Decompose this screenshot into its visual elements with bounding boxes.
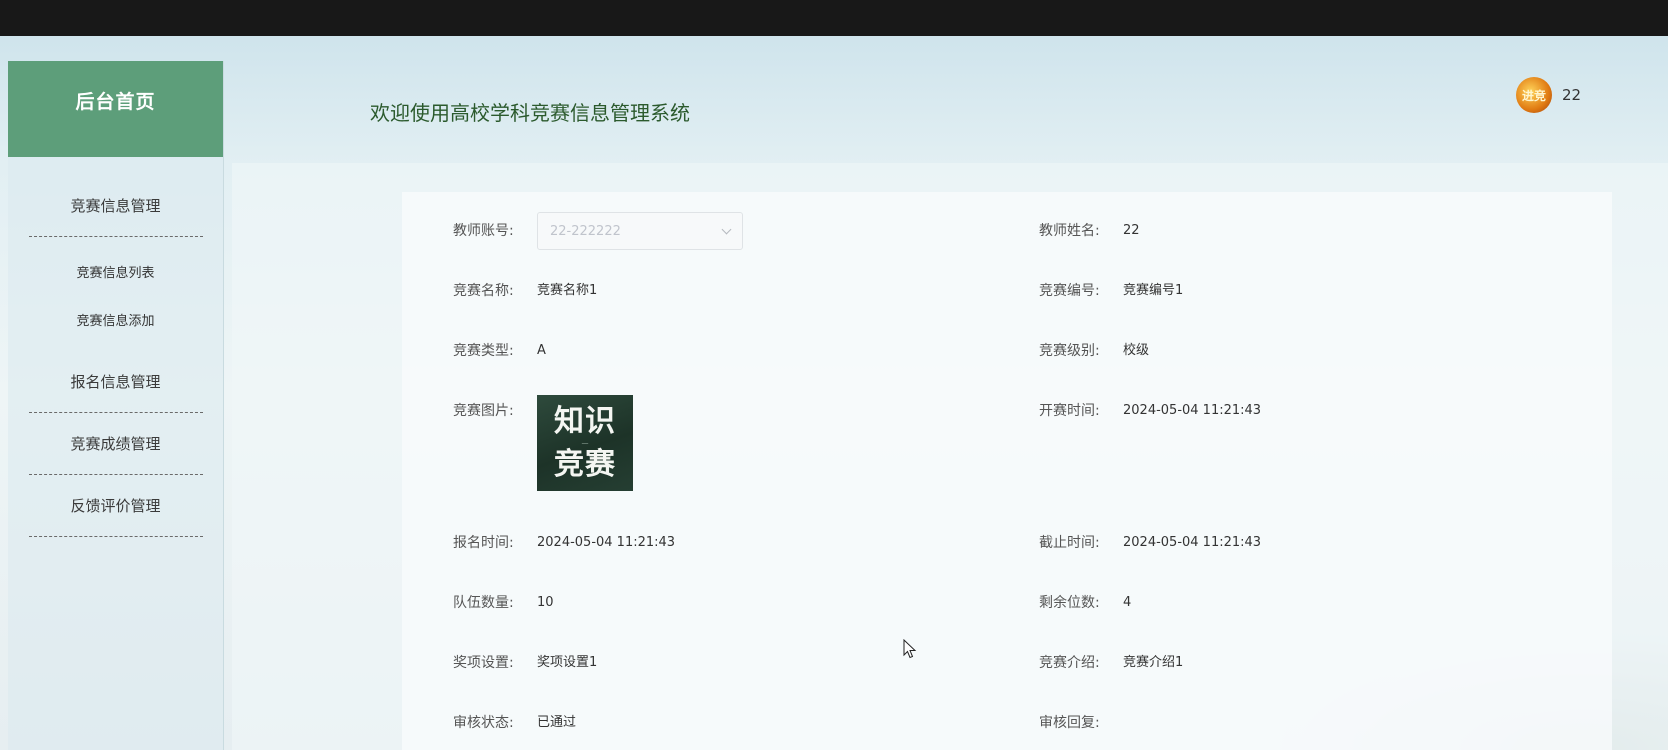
sidebar: 后台首页 竞赛信息管理 竞赛信息列表 竞赛信息添加 报名信息管理 竞赛成绩管理 … bbox=[8, 61, 224, 750]
top-header: 欢迎使用高校学科竞赛信息管理系统 进竞 22 bbox=[224, 61, 1668, 161]
avatar-text: 进竞 bbox=[1521, 88, 1546, 103]
mouse-cursor-icon bbox=[903, 639, 917, 659]
menu-feedback-management[interactable]: 反馈评价管理 bbox=[28, 475, 203, 537]
competition-image-line2: 竞赛 bbox=[554, 446, 616, 482]
browser-top-bar bbox=[0, 0, 1668, 36]
field-review-status: 审核状态: 已通过 bbox=[453, 713, 576, 733]
submenu-competition-info-add[interactable]: 竞赛信息添加 bbox=[29, 295, 203, 343]
field-review-reply: 审核回复: bbox=[1039, 713, 1123, 733]
avatar-icon[interactable]: 进竞 bbox=[1516, 77, 1552, 113]
menu-group-signup: 报名信息管理 bbox=[28, 351, 203, 413]
field-teacher-account: 教师账号: 22-222222 bbox=[453, 212, 743, 250]
label-competition-intro: 竞赛介绍: bbox=[1039, 655, 1100, 671]
label-start-time: 开赛时间: bbox=[1039, 403, 1100, 419]
field-competition-intro: 竞赛介绍: 竞赛介绍1 bbox=[1039, 653, 1183, 673]
label-teacher-name: 教师姓名: bbox=[1039, 223, 1100, 239]
label-competition-name: 竞赛名称: bbox=[453, 283, 514, 299]
sidebar-menu: 竞赛信息管理 竞赛信息列表 竞赛信息添加 报名信息管理 竞赛成绩管理 反馈评价管… bbox=[8, 157, 223, 537]
page-title: 欢迎使用高校学科竞赛信息管理系统 bbox=[370, 101, 690, 125]
menu-competition-score-management[interactable]: 竞赛成绩管理 bbox=[28, 413, 203, 475]
value-award-settings: 奖项设置1 bbox=[537, 655, 598, 670]
value-competition-level: 校级 bbox=[1123, 343, 1150, 358]
value-teacher-name: 22 bbox=[1123, 223, 1140, 238]
submenu-competition-info-list[interactable]: 竞赛信息列表 bbox=[29, 247, 203, 295]
teacher-account-select-value: 22-222222 bbox=[550, 223, 621, 239]
field-award-settings: 奖项设置: 奖项设置1 bbox=[453, 653, 597, 673]
field-teacher-name: 教师姓名: 22 bbox=[1039, 221, 1140, 241]
value-competition-intro: 竞赛介绍1 bbox=[1123, 655, 1184, 670]
field-start-time: 开赛时间: 2024-05-04 11:21:43 bbox=[1039, 401, 1261, 421]
user-info[interactable]: 进竞 22 bbox=[1516, 77, 1581, 113]
field-competition-level: 竞赛级别: 校级 bbox=[1039, 341, 1149, 361]
field-competition-number: 竞赛编号: 竞赛编号1 bbox=[1039, 281, 1183, 301]
field-remaining-slots: 剩余位数: 4 bbox=[1039, 593, 1131, 613]
sidebar-home-title[interactable]: 后台首页 bbox=[75, 87, 155, 114]
menu-group-feedback: 反馈评价管理 bbox=[28, 475, 203, 537]
value-competition-name: 竞赛名称1 bbox=[537, 283, 598, 298]
field-deadline: 截止时间: 2024-05-04 11:21:43 bbox=[1039, 533, 1261, 553]
label-signup-time: 报名时间: bbox=[453, 535, 514, 551]
value-remaining-slots: 4 bbox=[1123, 595, 1132, 610]
label-review-reply: 审核回复: bbox=[1039, 715, 1100, 731]
sidebar-home-header[interactable]: 后台首页 bbox=[8, 61, 223, 157]
menu-competition-info-management[interactable]: 竞赛信息管理 bbox=[28, 175, 203, 237]
label-competition-type: 竞赛类型: bbox=[453, 343, 514, 359]
competition-image[interactable]: 知识 — 竞赛 bbox=[537, 395, 633, 491]
field-competition-name: 竞赛名称: 竞赛名称1 bbox=[453, 281, 597, 301]
value-competition-type: A bbox=[537, 343, 546, 358]
value-start-time: 2024-05-04 11:21:43 bbox=[1123, 403, 1262, 418]
label-team-count: 队伍数量: bbox=[453, 595, 514, 611]
value-team-count: 10 bbox=[537, 595, 554, 610]
value-competition-number: 竞赛编号1 bbox=[1123, 283, 1184, 298]
label-deadline: 截止时间: bbox=[1039, 535, 1100, 551]
chevron-down-icon bbox=[721, 224, 732, 235]
label-competition-image: 竞赛图片: bbox=[453, 403, 514, 419]
value-deadline: 2024-05-04 11:21:43 bbox=[1123, 535, 1262, 550]
field-competition-image: 竞赛图片: 知识 — 竞赛 bbox=[453, 395, 633, 491]
label-award-settings: 奖项设置: bbox=[453, 655, 514, 671]
value-review-status: 已通过 bbox=[537, 715, 577, 730]
menu-group-competition-info: 竞赛信息管理 竞赛信息列表 竞赛信息添加 bbox=[28, 175, 203, 351]
label-competition-number: 竞赛编号: bbox=[1039, 283, 1100, 299]
field-signup-time: 报名时间: 2024-05-04 11:21:43 bbox=[453, 533, 675, 553]
value-signup-time: 2024-05-04 11:21:43 bbox=[537, 535, 676, 550]
field-team-count: 队伍数量: 10 bbox=[453, 593, 554, 613]
label-teacher-account: 教师账号: bbox=[453, 223, 514, 239]
label-review-status: 审核状态: bbox=[453, 715, 514, 731]
label-remaining-slots: 剩余位数: bbox=[1039, 595, 1100, 611]
username[interactable]: 22 bbox=[1562, 86, 1581, 104]
submenu-competition-info: 竞赛信息列表 竞赛信息添加 bbox=[29, 237, 203, 351]
field-competition-type: 竞赛类型: A bbox=[453, 341, 546, 361]
label-competition-level: 竞赛级别: bbox=[1039, 343, 1100, 359]
menu-signup-info-management[interactable]: 报名信息管理 bbox=[28, 351, 203, 413]
menu-group-scores: 竞赛成绩管理 bbox=[28, 413, 203, 475]
teacher-account-select[interactable]: 22-222222 bbox=[537, 212, 743, 250]
competition-image-line1: 知识 bbox=[554, 403, 616, 439]
